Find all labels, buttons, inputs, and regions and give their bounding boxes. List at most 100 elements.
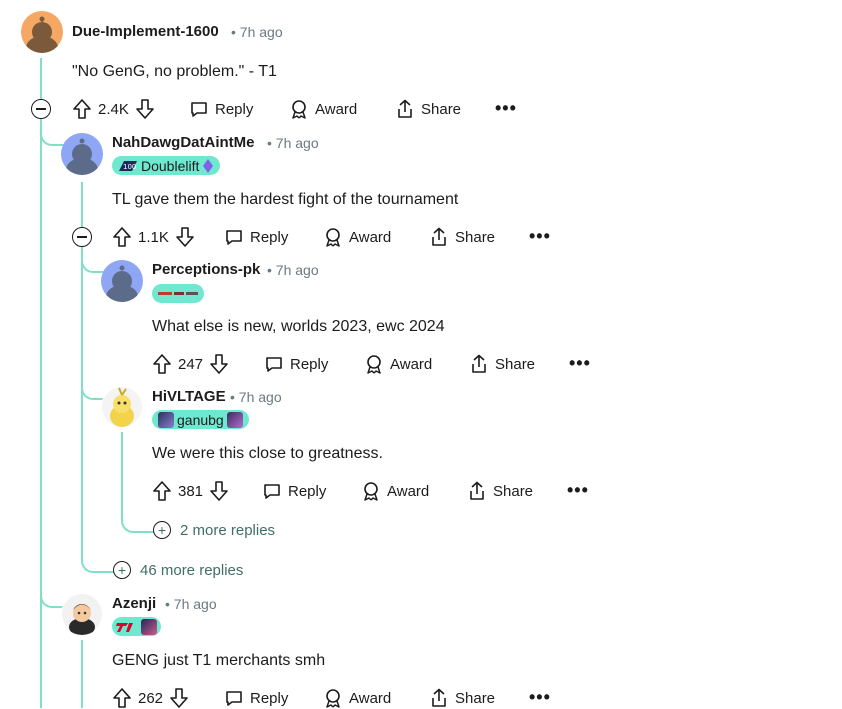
score: 247 [178,355,204,373]
vote-controls: 2.4K [72,98,155,120]
score: 1.1K [138,228,169,246]
downvote-icon[interactable] [209,480,229,502]
score: 2.4K [98,100,129,118]
award-button[interactable]: Award [323,227,391,247]
timestamp: • 7h ago [230,389,282,405]
thread-line-hivltage [121,432,123,516]
upvote-icon[interactable] [72,98,92,120]
username[interactable]: Azenji [112,595,156,612]
flair-image-icon [158,291,198,295]
more-options-button[interactable]: ••• [529,227,551,245]
vote-controls: 381 [152,480,229,502]
share-icon [398,99,412,118]
username[interactable]: HiVLTAGE [152,388,226,405]
username[interactable]: Perceptions-pk [152,261,260,278]
t1-logo-icon [116,622,133,632]
reply-button[interactable]: Reply [189,99,253,119]
upvote-icon[interactable] [112,226,132,248]
user-flair: 100 Doublelift [112,156,221,175]
share-button[interactable]: Share [469,354,535,374]
more-options-button[interactable]: ••• [567,481,589,499]
reply-button[interactable]: Reply [264,354,328,374]
thread-line-root [40,58,42,708]
award-button[interactable]: Award [289,99,357,119]
avatar[interactable] [101,386,143,428]
score: 381 [178,482,204,500]
downvote-icon[interactable] [209,353,229,375]
more-replies-button[interactable]: + 46 more replies [113,561,243,579]
connector-azenji [40,590,64,608]
vote-controls: 262 [112,687,189,709]
reply-button[interactable]: Reply [262,481,326,501]
award-icon [364,482,378,501]
collapse-button[interactable] [72,227,92,247]
avatar[interactable] [21,11,63,53]
upvote-icon[interactable] [152,480,172,502]
timestamp: • 7h ago [231,24,283,40]
connector-nahdawg [40,128,64,146]
timestamp: • 7h ago [267,135,319,151]
comment-text: GENG just T1 merchants smh [112,652,326,669]
plus-icon: + [153,521,171,539]
comment-icon [226,691,242,706]
connector-perceptions [81,256,105,273]
award-icon [292,100,306,119]
comment-text: What else is new, worlds 2023, ewc 2024 [152,318,445,335]
timestamp: • 7h ago [267,262,319,278]
connector-46more [81,553,115,573]
comment-icon [266,357,282,372]
comment-text: We were this close to greatness. [152,445,383,462]
champion-icon [226,411,243,428]
user-flair [152,284,204,303]
connector-2more [121,514,155,533]
user-flair: ganubg [152,410,249,429]
share-button[interactable]: Share [395,99,461,119]
team-liquid-icon: 100 [119,160,137,171]
award-icon [326,689,340,708]
more-options-button[interactable]: ••• [495,99,517,117]
comment-icon [264,484,280,499]
score: 262 [138,689,164,707]
avatar[interactable] [61,593,103,635]
downvote-icon[interactable] [175,226,195,248]
vote-controls: 1.1K [112,226,195,248]
reply-button[interactable]: Reply [224,227,288,247]
diamond-icon [203,158,214,173]
comment-text: "No GenG, no problem." - T1 [72,63,277,80]
more-options-button[interactable]: ••• [529,688,551,706]
plus-icon: + [113,561,131,579]
share-icon [472,354,486,373]
share-icon [432,227,446,246]
avatar[interactable] [61,133,103,175]
more-options-button[interactable]: ••• [569,354,591,372]
champion-icon [158,411,174,428]
downvote-icon[interactable] [135,98,155,120]
comment-text: TL gave them the hardest fight of the to… [112,191,459,208]
award-button[interactable]: Award [361,481,429,501]
award-icon [367,355,381,374]
avatar[interactable] [101,260,143,302]
share-icon [432,688,446,707]
share-button[interactable]: Share [467,481,533,501]
connector-hivltage [81,380,105,400]
award-button[interactable]: Award [364,354,432,374]
champion-icon [141,618,157,635]
more-replies-button[interactable]: + 2 more replies [153,521,275,539]
username[interactable]: Due-Implement-1600 [72,23,219,40]
upvote-icon[interactable] [112,687,132,709]
award-icon [326,228,340,247]
username[interactable]: NahDawgDatAintMe [112,134,255,151]
share-button[interactable]: Share [429,688,495,708]
reply-button[interactable]: Reply [224,688,288,708]
share-icon [470,481,484,500]
svg-text:100: 100 [123,163,136,171]
collapse-button[interactable] [31,99,51,119]
upvote-icon[interactable] [152,353,172,375]
award-button[interactable]: Award [323,688,391,708]
share-button[interactable]: Share [429,227,495,247]
thread-line-nahdawg-lower [81,640,83,708]
comment-icon [191,102,207,117]
comment-icon [226,230,242,245]
downvote-icon[interactable] [169,687,189,709]
vote-controls: 247 [152,353,229,375]
